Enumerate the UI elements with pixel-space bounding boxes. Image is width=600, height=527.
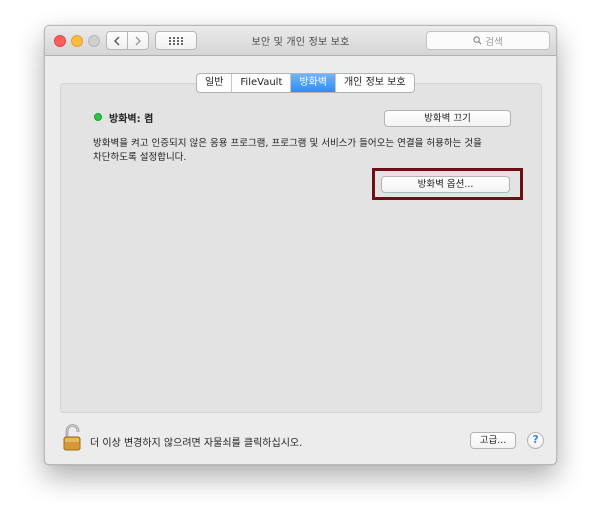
firewall-panel — [60, 83, 542, 413]
turn-off-firewall-button[interactable]: 방화벽 끄기 — [384, 110, 511, 127]
unlocked-padlock-icon[interactable] — [62, 424, 84, 452]
lock-hint-text: 더 이상 변경하지 않으려면 자물쇠를 클릭하십시오. — [90, 438, 303, 449]
description-line-1: 방화벽을 켜고 인증되지 않은 응용 프로그램, 프로그램 및 서비스가 들어오… — [93, 138, 482, 149]
firewall-status: 방화벽: 켬 — [109, 114, 154, 125]
search-icon — [473, 36, 482, 45]
title-bar: 보안 및 개인 정보 보호 검색 — [45, 26, 556, 56]
advanced-button[interactable]: 고급... — [470, 432, 516, 449]
tab-general[interactable]: 일반 — [197, 74, 233, 92]
search-placeholder: 검색 — [485, 36, 503, 48]
tab-firewall[interactable]: 방화벽 — [291, 74, 336, 92]
search-field[interactable]: 검색 — [426, 31, 550, 50]
status-indicator — [94, 113, 102, 121]
firewall-description: 방화벽을 켜고 인증되지 않은 응용 프로그램, 프로그램 및 서비스가 들어오… — [93, 137, 503, 165]
help-button[interactable]: ? — [527, 432, 544, 449]
description-line-2: 차단하도록 설정합니다. — [93, 152, 187, 163]
tab-filevault[interactable]: FileVault — [232, 74, 292, 92]
firewall-options-button[interactable]: 방화벽 옵션... — [381, 176, 510, 193]
preferences-window: 보안 및 개인 정보 보호 검색 일반 FileVault 방화벽 개인 정보 … — [44, 25, 557, 465]
tab-bar: 일반 FileVault 방화벽 개인 정보 보호 — [196, 73, 415, 93]
tab-privacy[interactable]: 개인 정보 보호 — [336, 74, 414, 92]
